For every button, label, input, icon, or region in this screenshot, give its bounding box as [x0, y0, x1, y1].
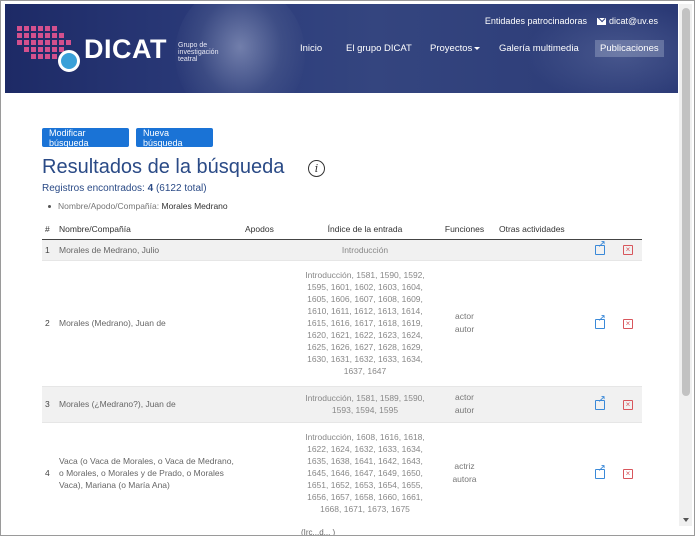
row-index: Introducción, 1608, 1616, 1618, 1622, 16… [297, 421, 433, 524]
nav-el-grupo[interactable]: El grupo DICAT [341, 40, 417, 57]
close-box-icon[interactable]: × [623, 245, 633, 255]
footer-fragment: (Irc...d... ) [301, 528, 336, 536]
page-title: Resultados de la búsqueda [42, 156, 285, 178]
vertical-scrollbar[interactable] [679, 4, 692, 526]
info-icon[interactable]: i [308, 160, 325, 177]
top-links: Entidades patrocinadoras dicat@uv.es [485, 16, 658, 26]
row-index: Introducción, 1581, 1589, 1590, 1593, 15… [297, 385, 433, 422]
browser-viewport: DICAT Grupo de investigación teatral Ent… [0, 0, 695, 536]
logo-subtitle: Grupo de investigación teatral [178, 42, 219, 63]
table-row: 2 Morales (Medrano), Juan de Introducció… [42, 259, 642, 386]
nav-proyectos[interactable]: Proyectos [425, 40, 485, 57]
results-table: # Nombre/Compañía Apodos Índice de la en… [42, 219, 642, 524]
col-index: Índice de la entrada [297, 219, 433, 240]
row-name: Morales (Medrano), Juan de [56, 259, 242, 386]
row-index: Introducción, 1581, 1590, 1592, 1595, 16… [297, 259, 433, 386]
row-name: Morales (¿Medrano?), Juan de [56, 385, 242, 422]
external-link-icon[interactable] [594, 394, 606, 410]
scroll-down-arrow-icon[interactable] [683, 518, 689, 522]
records-count: 4 [147, 183, 154, 194]
nav-galeria[interactable]: Galería multimedia [494, 40, 584, 57]
col-delete [614, 219, 642, 240]
search-criteria: Nombre/Apodo/Compañía: Morales Medrano [48, 201, 228, 211]
modify-search-button[interactable]: Modificar búsqueda [42, 128, 129, 148]
table-row: 4 Vaca (o Vaca de Morales, o Vaca de Med… [42, 421, 642, 524]
col-other: Otras actividades [496, 219, 586, 240]
site-logo[interactable]: DICAT [84, 34, 167, 65]
close-box-icon[interactable]: × [623, 399, 633, 410]
col-open [586, 219, 614, 240]
table-row: 3 Morales (¿Medrano?), Juan de Introducc… [42, 385, 642, 422]
col-name: Nombre/Compañía [56, 219, 242, 240]
logo-circle-icon [58, 50, 80, 72]
external-link-icon[interactable] [594, 463, 606, 479]
table-header-row: # Nombre/Compañía Apodos Índice de la en… [42, 219, 642, 240]
scrollbar-thumb[interactable] [682, 8, 690, 396]
envelope-icon [597, 18, 606, 26]
nav-publicaciones[interactable]: Publicaciones [595, 40, 664, 57]
new-search-button[interactable]: Nueva búsqueda [136, 128, 213, 148]
site-header: DICAT Grupo de investigación teatral Ent… [5, 4, 678, 93]
close-box-icon[interactable]: × [623, 318, 633, 329]
records-summary: Registros encontrados: 4 (6122 total) [42, 183, 207, 194]
col-num: # [42, 219, 56, 240]
col-nicknames: Apodos [242, 219, 297, 240]
external-link-icon[interactable] [594, 239, 606, 255]
email-link[interactable]: dicat@uv.es [597, 16, 658, 26]
row-index: Introducción [297, 238, 433, 260]
caret-down-icon [474, 46, 481, 50]
nav-inicio[interactable]: Inicio [295, 40, 327, 57]
col-functions: Funciones [433, 219, 496, 240]
row-name: Vaca (o Vaca de Morales, o Vaca de Medra… [56, 421, 242, 524]
row-name: Morales de Medrano, Julio [56, 238, 242, 260]
external-link-icon[interactable] [594, 313, 606, 329]
sponsors-link[interactable]: Entidades patrocinadoras [485, 16, 587, 26]
records-total: (6122 total) [155, 183, 207, 194]
table-row: 1 Morales de Medrano, Julio Introducción… [42, 238, 642, 260]
close-box-icon[interactable]: × [623, 468, 633, 479]
